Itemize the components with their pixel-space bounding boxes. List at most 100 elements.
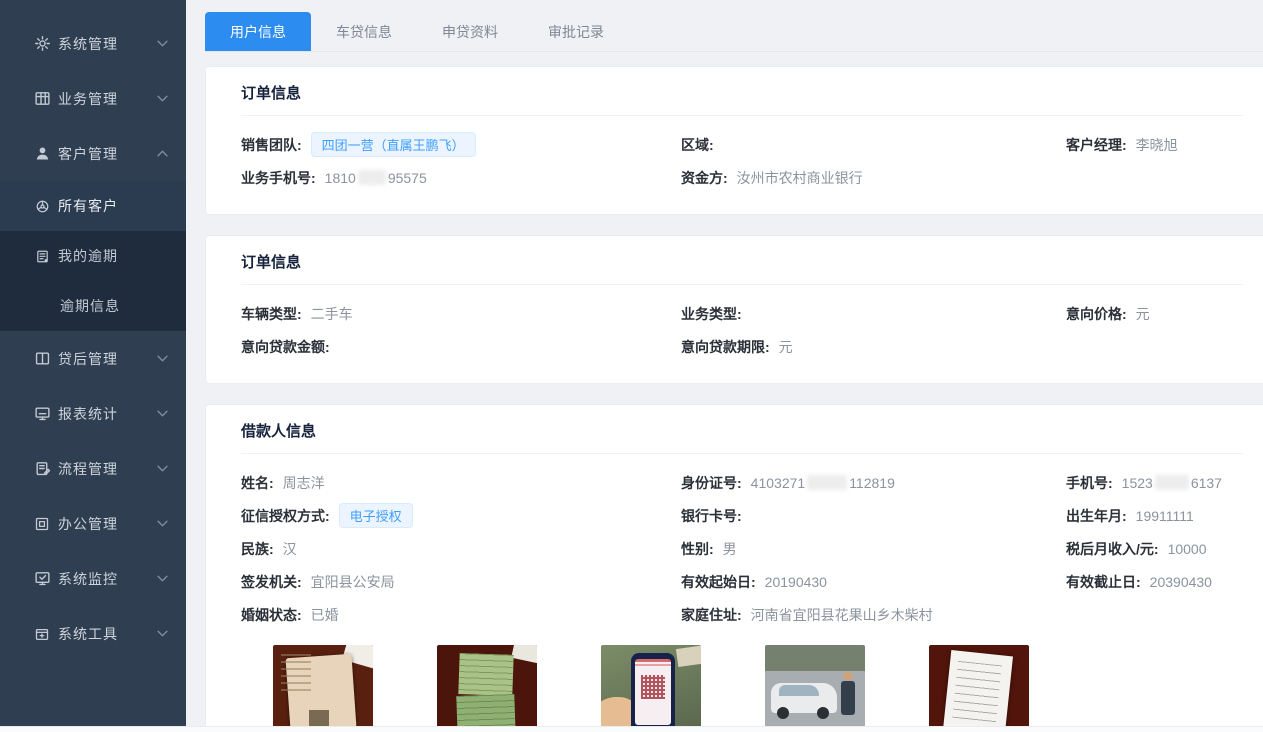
gear-icon xyxy=(33,35,51,53)
phone-qr-photo[interactable] xyxy=(601,645,701,726)
photo-thumbnail[interactable]: 驾驶证照片 xyxy=(437,645,537,726)
field-label: 性别: xyxy=(681,539,714,559)
chevron-down-icon xyxy=(157,95,168,102)
info-field: 资金方:汝州市农村商业银行 xyxy=(681,161,1066,194)
field-value: 已婚 xyxy=(311,605,339,625)
info-field: 身份证号:4103271112819 xyxy=(681,466,1066,499)
photo-thumbnail[interactable]: 身份证 xyxy=(273,645,373,726)
info-field: 征信授权方式: 电子授权 xyxy=(241,499,681,532)
chevron-down-icon xyxy=(157,40,168,47)
main-content: 用户信息车贷信息申贷资料审批记录 订单信息销售团队:四团一营（直属王鹏飞）区域:… xyxy=(186,0,1263,726)
tab-user-info[interactable]: 用户信息 xyxy=(205,12,311,51)
field-value: 元 xyxy=(779,337,793,357)
car-person-photo[interactable] xyxy=(765,645,865,726)
field-label: 婚姻状态: xyxy=(241,605,302,625)
info-field: 银行卡号: xyxy=(681,499,1066,532)
sidebar-item-my-overdue[interactable]: 我的逾期 xyxy=(0,231,186,281)
field-label: 有效起始日: xyxy=(681,572,756,592)
sidebar-item-system-monitor[interactable]: 系统监控 xyxy=(0,551,186,606)
field-label: 姓名: xyxy=(241,473,274,493)
field-label: 手机号: xyxy=(1066,473,1113,493)
field-label: 有效截止日: xyxy=(1066,572,1141,592)
info-field: 民族:汉 xyxy=(241,532,681,565)
value-tag[interactable]: 电子授权 xyxy=(339,503,413,528)
field-label: 意向贷款金额: xyxy=(241,337,330,357)
box-plus-icon xyxy=(33,625,51,643)
photo-thumbnail[interactable]: 人车照 xyxy=(765,645,865,726)
chevron-down-icon xyxy=(157,520,168,527)
value-suffix: 6137 xyxy=(1191,475,1222,491)
field-label: 业务类型: xyxy=(681,304,742,324)
field-label: 业务手机号: xyxy=(241,168,316,188)
grid-icon xyxy=(33,90,51,108)
info-field: 区域: xyxy=(681,128,1066,161)
photo-art-detail xyxy=(641,675,665,699)
sidebar-item-system-tools[interactable]: 系统工具 xyxy=(0,606,186,661)
info-field: 手机号: 1523 6137 xyxy=(1066,466,1243,499)
sidebar-item-label: 系统管理 xyxy=(58,34,118,54)
wheel-icon xyxy=(33,197,51,215)
field-value: 河南省宜阳县花果山乡木柴村 xyxy=(751,605,933,625)
info-field: 姓名: 周志洋 xyxy=(241,466,681,499)
id-card-photo[interactable] xyxy=(273,645,373,726)
photo-art-detail xyxy=(511,645,537,664)
green-booklet-photo[interactable] xyxy=(437,645,537,726)
photo-art-detail xyxy=(458,653,513,696)
value-suffix: 95575 xyxy=(388,170,427,186)
field-value: 李晓旭 xyxy=(1136,135,1178,155)
sidebar-item-customer-mgmt[interactable]: 客户管理 xyxy=(0,126,186,181)
monitor-icon xyxy=(33,405,51,423)
photo-art-detail xyxy=(777,707,789,719)
photo-art-detail xyxy=(817,707,829,719)
info-field xyxy=(1066,161,1243,194)
card-order-info-1: 订单信息销售团队:四团一营（直属王鹏飞）区域:客户经理:李晓旭业务手机号:181… xyxy=(205,66,1263,215)
tab-car-loan-info[interactable]: 车贷信息 xyxy=(311,12,417,51)
sidebar-item-label: 所有客户 xyxy=(58,196,118,216)
tab-approval-records[interactable]: 审批记录 xyxy=(523,12,629,51)
tab-loan-application-docs[interactable]: 申贷资料 xyxy=(417,12,523,51)
redacted-blur xyxy=(358,170,386,185)
info-field: 销售团队: 四团一营（直属王鹏飞） xyxy=(241,128,681,161)
sidebar-item-all-customers[interactable]: 所有客户 xyxy=(0,181,186,231)
chevron-down-icon xyxy=(157,575,168,582)
info-field: 家庭住址:河南省宜阳县花果山乡木柴村 xyxy=(681,598,1066,631)
notebook-icon xyxy=(33,247,51,265)
info-field: 出生年月:19911111 xyxy=(1066,499,1243,532)
info-field: 意向价格:元 xyxy=(1066,297,1243,330)
sidebar-item-process-mgmt[interactable]: 流程管理 xyxy=(0,441,186,496)
user-icon xyxy=(33,145,51,163)
value-tag[interactable]: 四团一营（直属王鹏飞） xyxy=(311,132,476,157)
sidebar-item-label: 系统工具 xyxy=(58,624,118,644)
field-label: 征信授权方式: xyxy=(241,506,330,526)
redacted-blur xyxy=(807,475,847,490)
photo-thumbnail[interactable]: 征信授权书 xyxy=(601,645,701,726)
field-grid: 姓名: 周志洋 身份证号:4103271112819手机号: 1523 6137 征信授权… xyxy=(241,466,1243,631)
photo-thumbnail[interactable]: 其他材料 xyxy=(929,645,1029,726)
sidebar-item-label: 我的逾期 xyxy=(58,246,118,266)
info-field: 性别:男 xyxy=(681,532,1066,565)
field-value: 181095575 xyxy=(325,170,427,186)
field-label: 销售团队: xyxy=(241,135,302,155)
horizontal-scrollbar[interactable] xyxy=(0,726,1263,732)
photo-art-detail xyxy=(779,685,819,696)
sidebar: 系统管理业务管理客户管理所有客户我的逾期逾期信息贷后管理报表统计流程管理办公管理… xyxy=(0,0,186,726)
sidebar-item-system-mgmt[interactable]: 系统管理 xyxy=(0,16,186,71)
sidebar-item-report-stats[interactable]: 报表统计 xyxy=(0,386,186,441)
field-value: 周志洋 xyxy=(283,473,325,493)
info-field: 业务手机号: 181095575 xyxy=(241,161,681,194)
sidebar-item-business-mgmt[interactable]: 业务管理 xyxy=(0,71,186,126)
field-label: 车辆类型: xyxy=(241,304,302,324)
sidebar-item-label: 贷后管理 xyxy=(58,349,118,369)
sidebar-item-office-mgmt[interactable]: 办公管理 xyxy=(0,496,186,551)
photo-art-detail xyxy=(952,661,1002,723)
value-prefix: 1523 xyxy=(1122,475,1153,491)
sidebar-item-label: 业务管理 xyxy=(58,89,118,109)
chevron-down-icon xyxy=(157,355,168,362)
info-field: 客户经理:李晓旭 xyxy=(1066,128,1243,161)
sidebar-item-post-loan-mgmt[interactable]: 贷后管理 xyxy=(0,331,186,386)
sidebar-item-label: 流程管理 xyxy=(58,459,118,479)
paper-doc-photo[interactable] xyxy=(929,645,1029,726)
field-label: 资金方: xyxy=(681,168,728,188)
field-label: 意向价格: xyxy=(1066,304,1127,324)
sidebar-item-overdue-info[interactable]: 逾期信息 xyxy=(0,281,186,331)
